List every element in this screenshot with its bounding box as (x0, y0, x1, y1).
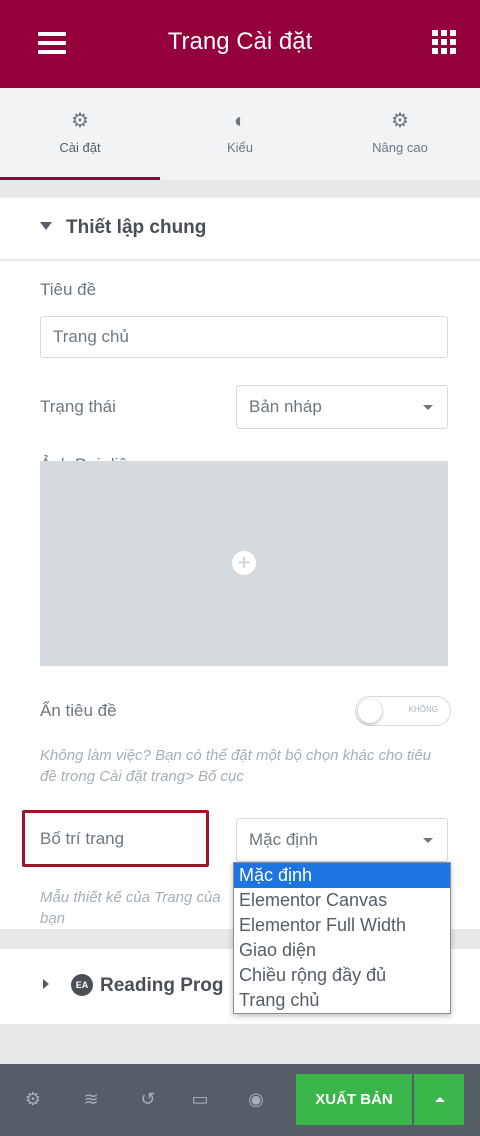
section-title: Reading Prog (100, 975, 224, 996)
layers-icon[interactable]: ≋ (80, 1088, 102, 1110)
title-input-value: Trang chủ (53, 327, 129, 346)
gear-icon: ⚙ (71, 110, 89, 132)
caret-right-icon (43, 979, 49, 989)
status-select-value: Bản nháp (249, 397, 322, 416)
toggle-knob (358, 699, 382, 723)
gear-icon: ⚙ (391, 110, 409, 132)
publish-button[interactable]: XUẤT BẢN (296, 1074, 412, 1125)
status-label: Trạng thái (40, 397, 116, 416)
layout-option[interactable]: Elementor Canvas (234, 888, 450, 913)
title-input[interactable]: Trang chủ (40, 316, 448, 358)
section-general-settings[interactable]: Thiết lập chung (0, 198, 480, 260)
chevron-up-icon (435, 1097, 445, 1102)
section-title: Thiết lập chung (66, 217, 207, 238)
layout-highlight-box (22, 810, 209, 867)
layout-select-value: Mặc định (249, 830, 318, 849)
chevron-down-icon (423, 838, 433, 843)
toggle-state-text: KHÔNG (408, 705, 438, 714)
featured-image-picker[interactable]: + (40, 461, 448, 666)
status-select[interactable]: Bản nháp (236, 385, 448, 429)
ea-badge-icon: EA (71, 974, 93, 996)
layout-option[interactable]: Mặc định (234, 863, 450, 888)
title-label: Tiêu đề (40, 280, 97, 299)
apps-grid-icon[interactable] (432, 30, 456, 54)
header: Trang Cài đặt (0, 0, 480, 88)
hide-title-label: Ẩn tiêu đề (40, 701, 117, 720)
contrast-icon: ◐ (233, 110, 247, 132)
layout-option[interactable]: Chiều rộng đầy đủ (234, 963, 450, 988)
tab-label: Cài đặt (59, 140, 101, 155)
plus-icon: + (232, 551, 256, 575)
layout-dropdown-list: Mặc định Elementor Canvas Elementor Full… (233, 862, 451, 1014)
layout-option[interactable]: Giao diện (234, 938, 450, 963)
tab-advanced[interactable]: ⚙ Nâng cao (320, 88, 480, 180)
chevron-down-icon (423, 405, 433, 410)
layout-option[interactable]: Trang chủ (234, 988, 450, 1013)
preview-eye-icon[interactable]: ◉ (245, 1088, 267, 1110)
publish-options-button[interactable] (414, 1074, 464, 1125)
history-icon[interactable]: ↺ (137, 1088, 159, 1110)
tab-style[interactable]: ◐ Kiểu (160, 88, 320, 180)
responsive-icon[interactable]: ▭ (189, 1088, 211, 1110)
layout-note: Mẫu thiết kế của Trang của bạn (40, 889, 221, 927)
tab-settings[interactable]: ⚙ Cài đặt (0, 88, 160, 180)
tab-bar: ⚙ Cài đặt ◐ Kiểu ⚙ Nâng cao (0, 88, 480, 180)
layout-option[interactable]: Elementor Full Width (234, 913, 450, 938)
caret-down-icon (40, 222, 52, 230)
layout-select[interactable]: Mặc định (236, 818, 448, 862)
settings-gear-icon[interactable]: ⚙ (22, 1088, 44, 1110)
hide-title-note: Không làm việc? Bạn có thể đặt một bộ ch… (40, 747, 432, 785)
page-title: Trang Cài đặt (167, 28, 313, 55)
tab-label: Nâng cao (372, 140, 428, 155)
footer-toolbar: ⚙ ≋ ↺ ▭ ◉ XUẤT BẢN (0, 1064, 480, 1136)
tab-label: Kiểu (226, 140, 254, 155)
hide-title-toggle[interactable]: KHÔNG (355, 696, 451, 726)
